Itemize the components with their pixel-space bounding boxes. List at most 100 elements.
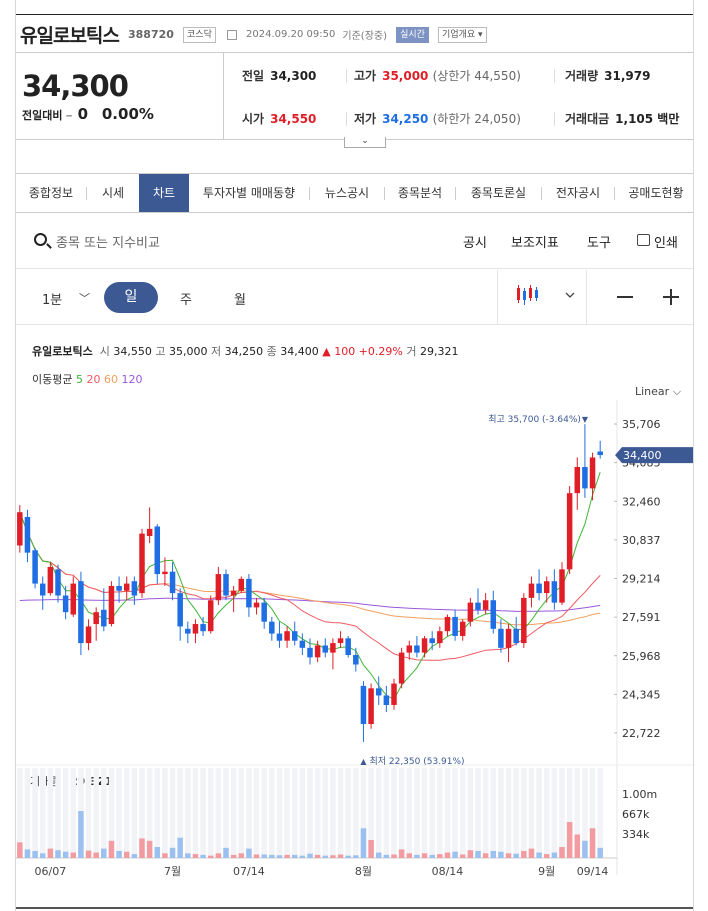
volume-bg-bar bbox=[528, 768, 535, 858]
ma20-line bbox=[19, 512, 601, 661]
volume-bar bbox=[375, 852, 382, 858]
ma120-legend: 120 bbox=[121, 373, 143, 386]
stat-high-label: 고가 bbox=[354, 69, 377, 83]
candle-down bbox=[78, 581, 84, 644]
volume-bar bbox=[215, 853, 222, 858]
volume-bar bbox=[246, 848, 252, 858]
disclosure-toggle[interactable]: 공시 bbox=[463, 232, 487, 251]
candle-down bbox=[307, 647, 313, 658]
volume-bg-bar bbox=[70, 768, 77, 858]
chevron-down-icon: ⌄ bbox=[361, 136, 369, 146]
search-icon[interactable] bbox=[34, 233, 47, 246]
volume-bar bbox=[154, 847, 161, 858]
tab-discussion[interactable]: 종목토론실 bbox=[456, 174, 541, 212]
tab-overview[interactable]: 종합정보 bbox=[16, 174, 86, 212]
volume-bg-bar bbox=[444, 768, 451, 858]
period-week[interactable]: 주 bbox=[180, 289, 192, 308]
y-tick-label: 27,591 bbox=[622, 611, 661, 624]
chart-stock-name: 유일로보틱스 bbox=[32, 345, 93, 358]
candle-up bbox=[93, 612, 99, 625]
compare-search-input[interactable]: 종목 또는 지수비교 bbox=[56, 232, 160, 251]
period-day[interactable]: 일 bbox=[104, 282, 158, 313]
candle-down bbox=[597, 451, 603, 456]
period-minute[interactable]: 1분 bbox=[42, 289, 62, 308]
volume-bar bbox=[574, 834, 581, 858]
volume-bar bbox=[383, 854, 390, 858]
volume-bar bbox=[459, 854, 466, 858]
stat-divider bbox=[554, 112, 555, 126]
tab-disclosure[interactable]: 전자공시 bbox=[542, 174, 614, 212]
candle-up bbox=[521, 597, 527, 644]
volume-bar bbox=[490, 850, 497, 858]
info-volume: 29,321 bbox=[419, 345, 459, 358]
candle-down bbox=[177, 593, 183, 627]
print-button[interactable]: 인쇄 bbox=[654, 232, 678, 251]
volume-bg-bar bbox=[284, 768, 290, 858]
chevron-down-icon[interactable]: ﹀ bbox=[79, 290, 90, 306]
change-value: 0 bbox=[77, 105, 89, 123]
volume-bar bbox=[169, 847, 176, 858]
realtime-badge[interactable]: 실시간 bbox=[396, 26, 429, 43]
tab-short-selling[interactable]: 공매도현황 bbox=[615, 174, 693, 212]
volume-bg-bar bbox=[200, 768, 206, 858]
ma-label: 이동평균 bbox=[32, 373, 73, 386]
zoom-out-icon[interactable] bbox=[617, 296, 633, 298]
company-overview-button[interactable]: 기업개요 ▾ bbox=[438, 26, 487, 43]
tab-investor-trend[interactable]: 투자자별 매매동향 bbox=[189, 174, 309, 212]
volume-bg-bar bbox=[330, 768, 336, 858]
volume-bar bbox=[368, 840, 374, 858]
candle-down bbox=[513, 628, 519, 644]
volume-bar bbox=[337, 854, 344, 858]
info-open-label: 시 bbox=[99, 345, 110, 358]
flat-icon: ━ bbox=[66, 112, 72, 122]
candle-down bbox=[169, 571, 176, 594]
print-icon[interactable] bbox=[637, 234, 650, 246]
period-bar: 1분 ﹀ 일 주 월 bbox=[16, 270, 693, 325]
volume-bar bbox=[536, 852, 542, 858]
ma20-legend: 20 bbox=[86, 373, 101, 386]
volume-bar bbox=[559, 847, 565, 858]
scale-selector[interactable]: Linear ⌵ bbox=[635, 385, 681, 399]
volume-bar bbox=[513, 853, 519, 858]
volume-bar bbox=[108, 840, 115, 858]
indicator-button[interactable]: 보조지표 bbox=[511, 232, 559, 251]
volume-bg-bar bbox=[597, 768, 603, 858]
stock-name: 유일로보틱스 bbox=[20, 25, 120, 47]
chart-type-selector[interactable] bbox=[497, 270, 587, 324]
volume-bg-bar bbox=[375, 768, 382, 858]
tab-news[interactable]: 뉴스공시 bbox=[310, 174, 384, 212]
volume-bar bbox=[437, 854, 443, 858]
volume-bg-bar bbox=[505, 768, 512, 858]
volume-bar bbox=[398, 849, 405, 858]
volume-bar bbox=[85, 850, 92, 858]
stat-low: 저가 34,250 (하한가 24,050) bbox=[354, 110, 521, 127]
tool-button[interactable]: 도구 bbox=[587, 232, 611, 251]
candle-down bbox=[185, 628, 191, 634]
volume-bg-bar bbox=[253, 768, 260, 858]
tab-analysis[interactable]: 종목분석 bbox=[385, 174, 455, 212]
zoom-in-icon-v bbox=[670, 289, 672, 305]
candle-down bbox=[269, 621, 275, 634]
price-chart[interactable]: 35,70634,08332,46030,83729,21427,59125,9… bbox=[16, 400, 694, 890]
max-price-label: 최고 35,700 (-3.64%) bbox=[488, 414, 581, 425]
volume-bar bbox=[597, 847, 603, 858]
tab-chart[interactable]: 차트 bbox=[139, 174, 189, 212]
volume-bg-bar bbox=[162, 768, 168, 858]
stat-open: 시가 34,550 bbox=[242, 110, 316, 127]
volume-bg-bar bbox=[85, 768, 92, 858]
candle-down bbox=[101, 609, 107, 627]
volume-bg-bar bbox=[559, 768, 565, 858]
candlestick-icon bbox=[517, 285, 575, 305]
volume-bar bbox=[116, 850, 122, 858]
volume-bar bbox=[200, 854, 206, 858]
volume-bg-bar bbox=[406, 768, 413, 858]
candle-up bbox=[482, 600, 489, 610]
volume-bg-bar bbox=[353, 768, 359, 858]
y-tick-label: 35,706 bbox=[622, 418, 661, 431]
period-month[interactable]: 월 bbox=[234, 289, 246, 308]
stat-high-value: 35,000 bbox=[382, 69, 429, 83]
volume-bg-bar bbox=[223, 768, 229, 858]
volume-bg-bar bbox=[185, 768, 191, 858]
expand-summary-button[interactable]: ⌄ bbox=[344, 137, 386, 148]
tab-quotes[interactable]: 시세 bbox=[87, 174, 139, 212]
